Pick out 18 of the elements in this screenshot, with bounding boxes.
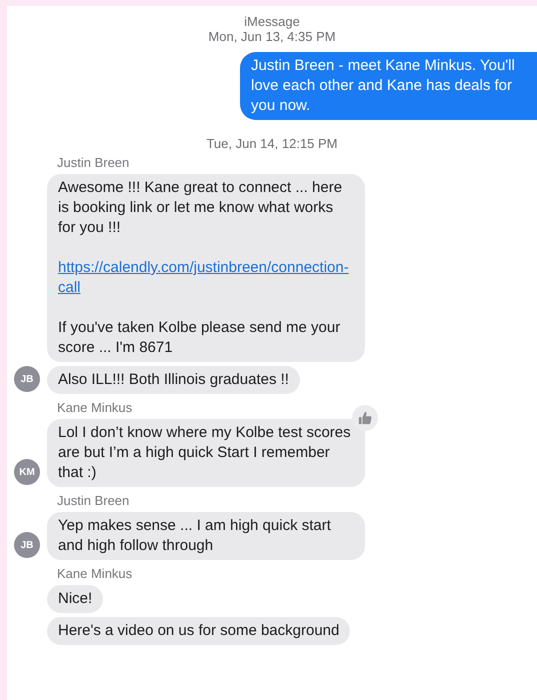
avatar: JB <box>14 532 40 558</box>
sender-name: Justin Breen <box>57 493 130 509</box>
avatar: JB <box>14 366 40 392</box>
received-message-bubble: Also ILL!!! Both Illinois graduates !! <box>47 366 300 394</box>
link[interactable]: https://calendly.com/justinbreen/connection-call <box>58 258 354 298</box>
received-message-bubble: Lol I don’t know where my Kolbe test scores are but I’m a high quick Start I remember that :) <box>47 419 365 487</box>
sender-name: Justin Breen <box>57 155 130 171</box>
received-message-bubble: Yep makes sense ... I am high quick start and high follow through <box>47 512 365 560</box>
received-message-bubble: Nice! <box>47 585 104 613</box>
received-message-bubble: Awesome !!! Kane great to connect ... here is booking link or let me know what works for you !!! https://calendly.com/justinbreen/connection-call If you've taken Kolbe please send me your score ... I'm 8671 <box>47 174 365 362</box>
timestamp: Tue, Jun 14, 12:15 PM <box>206 136 338 151</box>
sender-name: Kane Minkus <box>57 566 134 582</box>
received-message-bubble: Here's a video on us for some background <box>47 617 350 645</box>
sender-name: Kane Minkus <box>57 400 134 416</box>
service-label: iMessage <box>244 14 300 29</box>
timestamp: Mon, Jun 13, 4:35 PM <box>208 29 336 44</box>
sent-message-bubble: Justin Breen - meet Kane Minkus. You'll love each other and Kane has deals for you now. <box>240 52 537 120</box>
avatar: KM <box>14 459 40 485</box>
